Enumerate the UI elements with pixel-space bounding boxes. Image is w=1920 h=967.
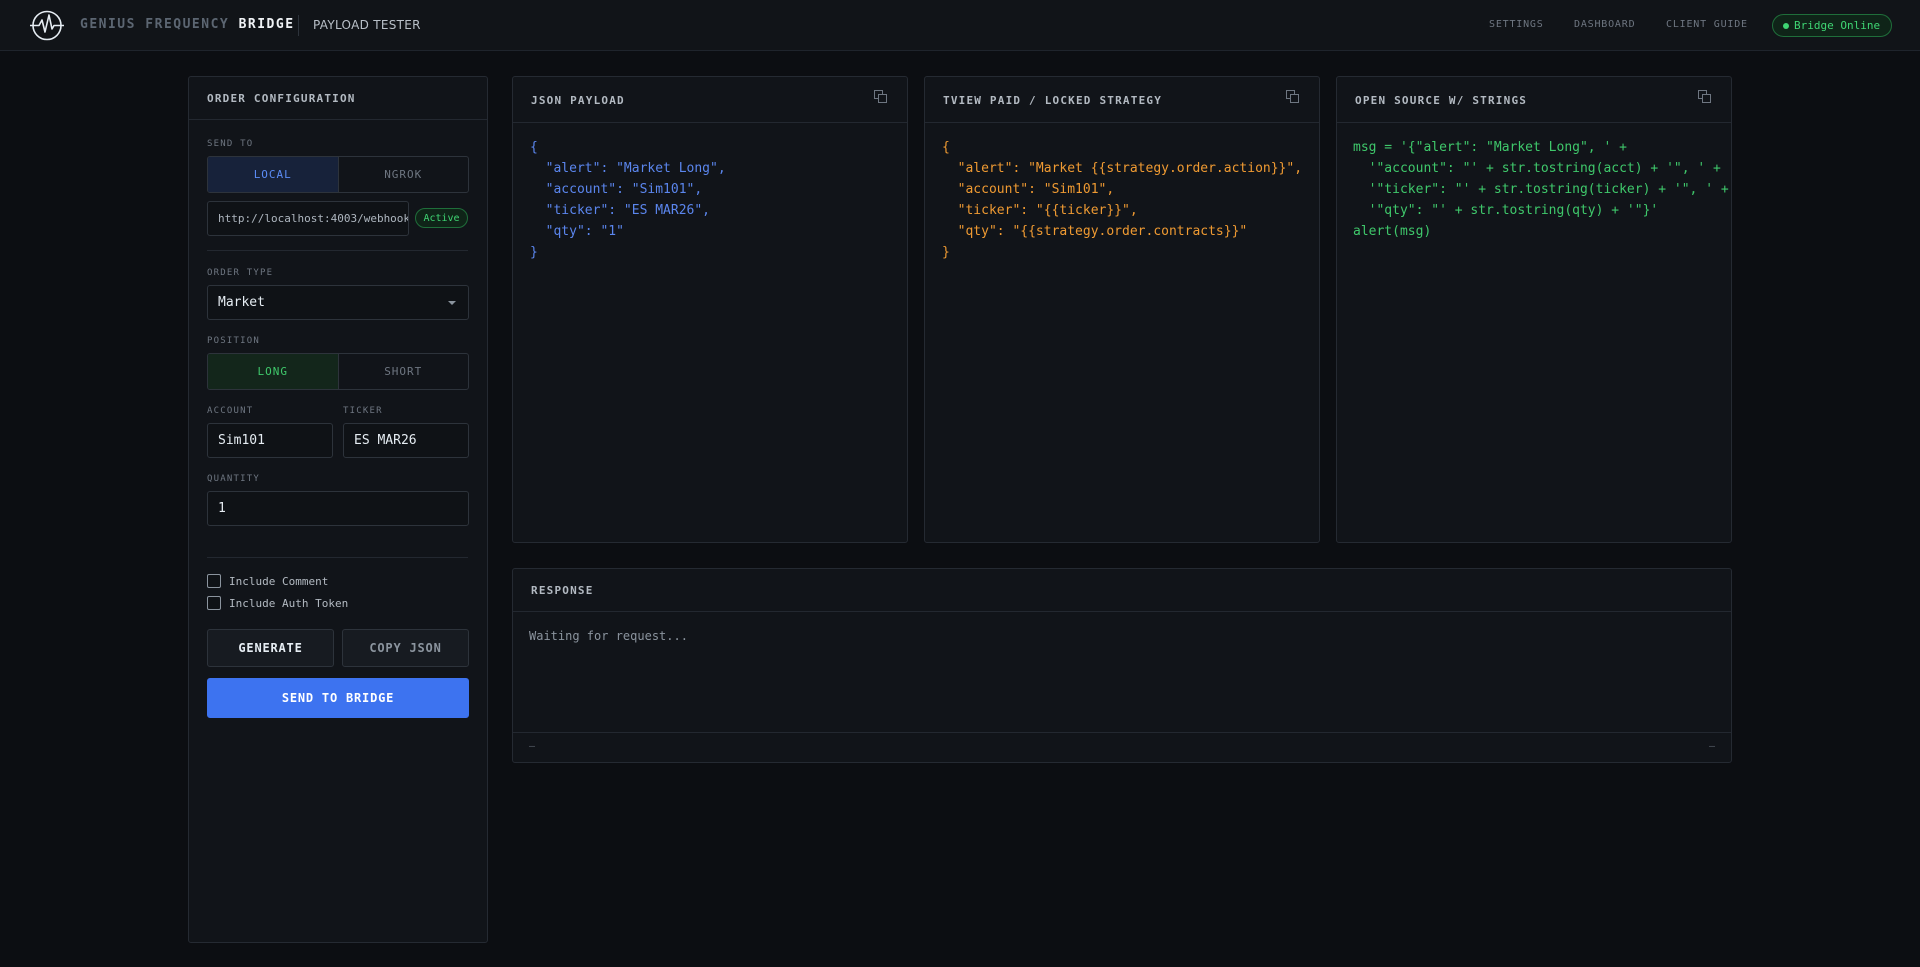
ticker-input[interactable]: ES MAR26: [343, 423, 469, 458]
open-source-title: OPEN SOURCE W/ STRINGS: [1355, 94, 1528, 107]
json-payload-header: JSON PAYLOAD: [513, 77, 907, 123]
copy-json-button[interactable]: COPY JSON: [342, 629, 469, 667]
bridge-status-text: Bridge Online: [1794, 19, 1881, 32]
brand-name-bright: BRIDGE: [238, 17, 295, 32]
nav-client-guide[interactable]: CLIENT GUIDE: [1666, 19, 1748, 30]
tview-strategy-title: TVIEW PAID / LOCKED STRATEGY: [943, 94, 1163, 107]
response-title: RESPONSE: [531, 584, 594, 597]
open-source-panel: OPEN SOURCE W/ STRINGS msg = '{"alert": …: [1336, 76, 1732, 543]
position-long-option[interactable]: LONG: [208, 354, 338, 389]
copy-icon[interactable]: [874, 90, 887, 103]
account-input[interactable]: Sim101: [207, 423, 333, 458]
response-text: Waiting for request...: [529, 629, 688, 643]
send-to-bridge-button[interactable]: SEND TO BRIDGE: [207, 678, 469, 718]
tview-strategy-header: TVIEW PAID / LOCKED STRATEGY: [925, 77, 1319, 123]
include-comment-label[interactable]: Include Comment: [229, 575, 328, 588]
ticker-label: TICKER: [343, 406, 383, 416]
status-dot-icon: [1783, 22, 1789, 29]
include-auth-label[interactable]: Include Auth Token: [229, 597, 348, 610]
order-config-header: ORDER CONFIGURATION: [189, 77, 487, 120]
pulse-logo-icon[interactable]: [27, 10, 67, 41]
order-type-label: ORDER TYPE: [207, 268, 274, 278]
response-footer-left: —: [529, 741, 536, 752]
page-subtitle: PAYLOAD TESTER: [313, 18, 421, 32]
quantity-input[interactable]: 1: [207, 491, 469, 526]
json-payload-panel: JSON PAYLOAD { "alert": "Market Long", "…: [512, 76, 908, 543]
include-comment-checkbox[interactable]: [207, 574, 221, 588]
response-header: RESPONSE: [513, 569, 1731, 612]
section-divider: [207, 557, 468, 558]
account-label: ACCOUNT: [207, 406, 254, 416]
send-to-label: SEND TO: [207, 139, 254, 149]
order-type-value: Market: [218, 295, 265, 310]
brand-name[interactable]: GENIUS FREQUENCY BRIDGE: [80, 17, 295, 32]
tview-strategy-panel: TVIEW PAID / LOCKED STRATEGY { "alert": …: [924, 76, 1320, 543]
generate-button[interactable]: GENERATE: [207, 629, 334, 667]
brand-divider: [298, 15, 299, 36]
send-to-ngrok-option[interactable]: NGROK: [337, 157, 469, 192]
response-footer: — —: [513, 732, 1731, 762]
position-short-option[interactable]: SHORT: [337, 354, 469, 389]
open-source-header: OPEN SOURCE W/ STRINGS: [1337, 77, 1731, 123]
order-type-select[interactable]: Market: [207, 285, 469, 320]
send-to-local-option[interactable]: LOCAL: [208, 157, 338, 192]
url-status-badge: Active: [415, 208, 468, 228]
order-config-title: ORDER CONFIGURATION: [207, 92, 356, 105]
copy-icon[interactable]: [1698, 90, 1711, 103]
response-footer-right: —: [1708, 741, 1715, 752]
response-panel: RESPONSE Waiting for request... — —: [512, 568, 1732, 763]
top-bar: GENIUS FREQUENCY BRIDGE PAYLOAD TESTER S…: [0, 0, 1920, 51]
json-payload-title: JSON PAYLOAD: [531, 94, 625, 107]
copy-icon[interactable]: [1286, 90, 1299, 103]
nav-dashboard[interactable]: DASHBOARD: [1574, 19, 1635, 30]
chevron-down-icon: [448, 301, 456, 305]
position-toggle: LONG SHORT: [207, 353, 469, 390]
webhook-url-input[interactable]: http://localhost:4003/webhook: [207, 201, 409, 236]
bridge-status-badge: Bridge Online: [1772, 14, 1892, 37]
nav-settings[interactable]: SETTINGS: [1489, 19, 1544, 30]
open-source-code[interactable]: msg = '{"alert": "Market Long", ' + '"ac…: [1353, 137, 1729, 242]
json-payload-code[interactable]: { "alert": "Market Long", "account": "Si…: [530, 137, 726, 263]
include-auth-checkbox[interactable]: [207, 596, 221, 610]
send-to-toggle: LOCAL NGROK: [207, 156, 469, 193]
section-divider: [207, 250, 468, 251]
tview-strategy-code[interactable]: { "alert": "Market {{strategy.order.acti…: [942, 137, 1302, 263]
position-label: POSITION: [207, 336, 260, 346]
brand-name-dim: GENIUS FREQUENCY: [80, 17, 230, 32]
quantity-label: QUANTITY: [207, 474, 260, 484]
